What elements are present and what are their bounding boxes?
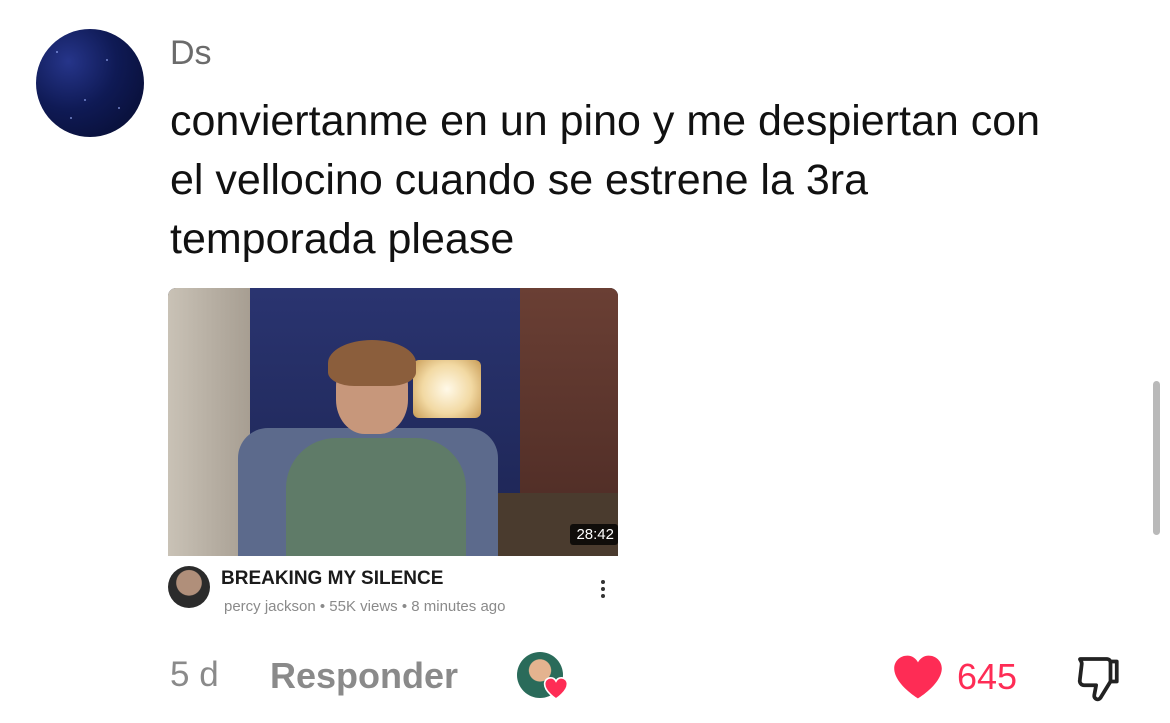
scrollbar[interactable] <box>1153 381 1160 535</box>
username[interactable]: Ds <box>170 34 212 73</box>
user-avatar[interactable] <box>36 29 144 137</box>
thumbnail-person-hair <box>328 340 416 386</box>
like-count: 645 <box>957 656 1018 697</box>
more-vert-icon[interactable] <box>601 580 606 601</box>
thumbs-down-icon[interactable] <box>1072 654 1124 704</box>
video-duration-badge: 28:42 <box>570 524 618 545</box>
creator-liked-badge <box>517 652 569 702</box>
video-thumbnail[interactable]: 28:42 <box>168 288 618 556</box>
comment-text: conviertanme en un pino y me despiertan … <box>170 97 1041 263</box>
video-title[interactable]: BREAKING MY SILENCE <box>221 568 443 590</box>
thumbnail-lamp <box>413 360 481 418</box>
comment-time: 5 d <box>170 655 219 694</box>
video-card[interactable]: 28:42 BREAKING MY SILENCE percy jackson … <box>168 288 618 624</box>
reply-button[interactable]: Responder <box>270 655 458 697</box>
heart-icon <box>543 677 569 700</box>
channel-avatar[interactable] <box>168 566 210 608</box>
like-heart-icon[interactable] <box>892 654 944 700</box>
video-subtitle: percy jackson • 55K views • 8 minutes ag… <box>224 598 506 615</box>
video-meta: BREAKING MY SILENCE percy jackson • 55K … <box>168 556 618 624</box>
thumbnail-person-body <box>286 438 466 556</box>
